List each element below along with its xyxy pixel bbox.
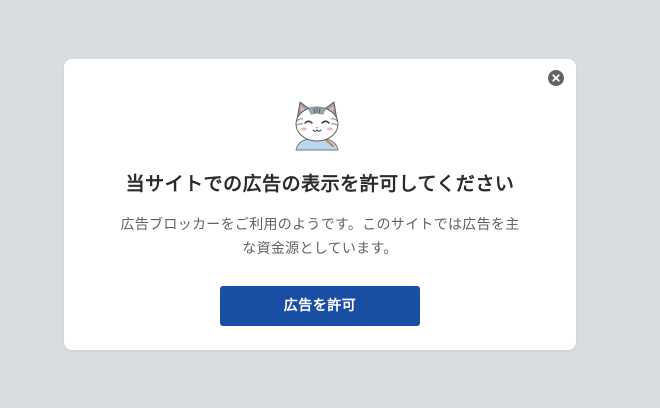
dialog-title: 当サイトでの広告の表示を許可してください xyxy=(125,173,515,195)
close-button[interactable] xyxy=(548,70,564,86)
cat-mascot-icon xyxy=(295,101,339,151)
close-icon xyxy=(552,74,560,82)
adblock-dialog: 当サイトでの広告の表示を許可してください 広告ブロッカーをご利用のようです。この… xyxy=(64,59,576,350)
dialog-message: 広告ブロッカーをご利用のようです。このサイトでは広告を主な資金源としています。 xyxy=(120,217,520,257)
allow-ads-button[interactable]: 広告を許可 xyxy=(220,286,420,326)
